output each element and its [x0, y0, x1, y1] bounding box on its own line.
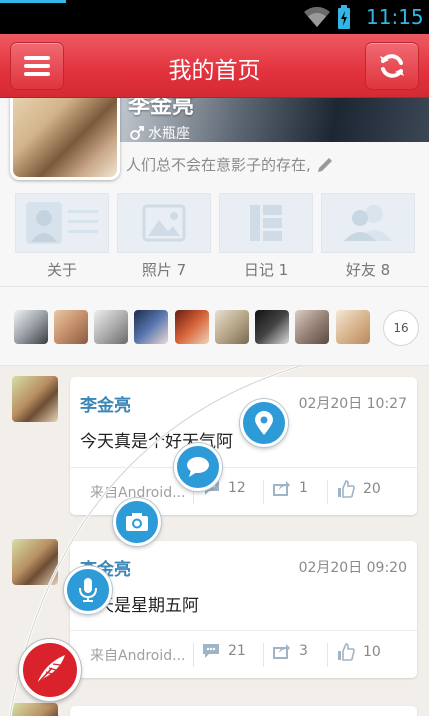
share-icon: [273, 644, 290, 659]
repost-count: 3: [299, 643, 308, 659]
tile-diary[interactable]: 日记 1: [219, 193, 313, 281]
tile-about[interactable]: 关于: [15, 193, 109, 281]
diary-icon: [250, 205, 282, 241]
tile-about-box: [15, 193, 109, 253]
zodiac-label: 水瓶座: [148, 126, 190, 142]
divider: [193, 643, 194, 667]
tile-about-label: 关于: [46, 261, 77, 279]
arc-voice-button[interactable]: [64, 566, 112, 614]
tile-photos-box: [117, 193, 211, 253]
like-button[interactable]: 10: [337, 643, 381, 661]
feather-icon: [36, 655, 65, 685]
chat-bubble-icon: [187, 457, 209, 477]
friend-avatar[interactable]: [215, 310, 249, 344]
friends-strip: 16: [0, 286, 429, 366]
thumbs-up-icon: [338, 480, 355, 498]
status-time: 11:15: [366, 5, 424, 29]
post-avatar[interactable]: [12, 539, 58, 585]
photo-icon: [142, 204, 186, 242]
comment-icon: [203, 644, 219, 658]
profile-signature[interactable]: 人们总不会在意影子的存在,: [126, 154, 334, 175]
post-card[interactable]: 李金亮 02月20日 09:20 今天是星期五阿 来自Android... 21…: [70, 541, 417, 678]
tile-photos-label: 照片 7: [141, 261, 187, 279]
friend-avatar[interactable]: [134, 310, 168, 344]
divider: [327, 643, 328, 667]
post-avatar[interactable]: [12, 376, 58, 422]
post-avatar[interactable]: [12, 703, 58, 716]
tile-friends-label: 好友 8: [345, 261, 391, 279]
arc-chat-button[interactable]: [174, 443, 222, 491]
comment-count: 12: [228, 480, 246, 496]
friend-avatar[interactable]: [14, 310, 48, 344]
profile-name: 李金亮: [128, 98, 195, 119]
tile-diary-label: 日记 1: [243, 261, 289, 279]
post-time: 02月20日 10:27: [298, 396, 407, 412]
profile-header: 李金亮 水瓶座 人们总不会在意影子的存在,: [0, 98, 429, 188]
comment-count: 21: [228, 643, 246, 659]
profile-zodiac: 水瓶座: [130, 123, 190, 143]
divider: [327, 480, 328, 504]
signature-text: 人们总不会在意影子的存在,: [126, 156, 311, 174]
camera-icon: [126, 513, 148, 531]
action-bar: 我的首页: [0, 34, 429, 98]
wifi-icon: [304, 6, 330, 27]
tile-photos[interactable]: 照片 7: [117, 193, 211, 281]
repost-count: 1: [299, 480, 308, 496]
tile-friends-box: [321, 193, 415, 253]
friends-count-badge[interactable]: 16: [383, 310, 419, 346]
repost-button[interactable]: 3: [273, 643, 308, 659]
like-button[interactable]: 20: [337, 480, 381, 498]
post-footer: 来自Android... 21 3 10: [70, 630, 417, 678]
like-count: 20: [363, 481, 381, 497]
compose-fab-button[interactable]: [19, 639, 81, 701]
post-source: 来自Android...: [90, 648, 186, 664]
friend-avatar[interactable]: [94, 310, 128, 344]
refresh-icon: [380, 54, 404, 78]
friend-avatar[interactable]: [255, 310, 289, 344]
contact-card-icon: [26, 202, 98, 244]
friend-avatar[interactable]: [336, 310, 370, 344]
friends-icon: [344, 205, 392, 241]
arc-camera-button[interactable]: [113, 498, 161, 546]
share-icon: [273, 481, 290, 496]
arc-location-button[interactable]: [240, 399, 288, 447]
friend-avatar[interactable]: [175, 310, 209, 344]
profile-tiles: 关于 照片 7 日记 1 好友 8: [0, 188, 429, 286]
post-card[interactable]: 李金亮 02月20日 10:27 今天真是个好天气阿 来自Android... …: [70, 377, 417, 515]
post-author[interactable]: 李金亮: [80, 391, 131, 416]
repost-button[interactable]: 1: [273, 480, 308, 496]
thumbs-up-icon: [338, 643, 355, 661]
post-card[interactable]: [70, 706, 417, 716]
post-time: 02月20日 09:20: [298, 560, 407, 576]
refresh-button[interactable]: [365, 42, 419, 90]
like-count: 10: [363, 644, 381, 660]
comment-button[interactable]: 21: [202, 643, 246, 659]
male-icon: [130, 126, 144, 140]
divider: [263, 643, 264, 667]
microphone-icon: [79, 578, 97, 602]
divider: [263, 480, 264, 504]
tile-diary-box: [219, 193, 313, 253]
location-icon: [255, 411, 273, 435]
profile-avatar[interactable]: [10, 98, 120, 180]
friend-avatar[interactable]: [54, 310, 88, 344]
friend-avatar[interactable]: [295, 310, 329, 344]
pencil-icon: [317, 157, 332, 172]
status-indicator: [0, 0, 66, 3]
status-bar: 11:15: [0, 0, 429, 34]
tile-friends[interactable]: 好友 8: [321, 193, 415, 281]
battery-icon: [338, 5, 350, 29]
